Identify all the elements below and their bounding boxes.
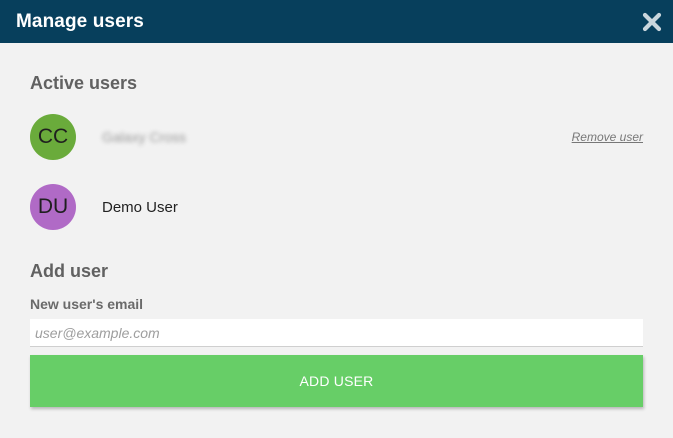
avatar-initials: DU <box>37 195 69 218</box>
avatar: DU <box>30 184 76 230</box>
dialog-title: Manage users <box>16 10 144 32</box>
avatar: CC <box>30 114 76 160</box>
user-row: CC Galaxy Cross Remove user <box>30 114 643 160</box>
email-field-label: New user's email <box>30 296 144 312</box>
manage-users-dialog: Manage users Active users CC Galaxy Cros… <box>0 0 673 438</box>
add-user-button[interactable]: ADD USER <box>30 355 643 407</box>
active-users-heading: Active users <box>30 73 138 93</box>
dialog-header: Manage users <box>0 0 673 43</box>
add-user-heading: Add user <box>30 261 109 281</box>
email-field[interactable] <box>30 319 643 347</box>
user-row: DU Demo User <box>30 184 643 230</box>
close-button[interactable] <box>640 10 664 34</box>
user-name: Demo User <box>102 198 178 216</box>
dialog-content: Active users CC Galaxy Cross Remove user… <box>0 43 673 407</box>
close-icon <box>642 12 662 31</box>
user-name: Galaxy Cross <box>102 129 187 145</box>
remove-user-link[interactable]: Remove user <box>572 130 643 144</box>
avatar-initials: CC <box>37 125 69 148</box>
